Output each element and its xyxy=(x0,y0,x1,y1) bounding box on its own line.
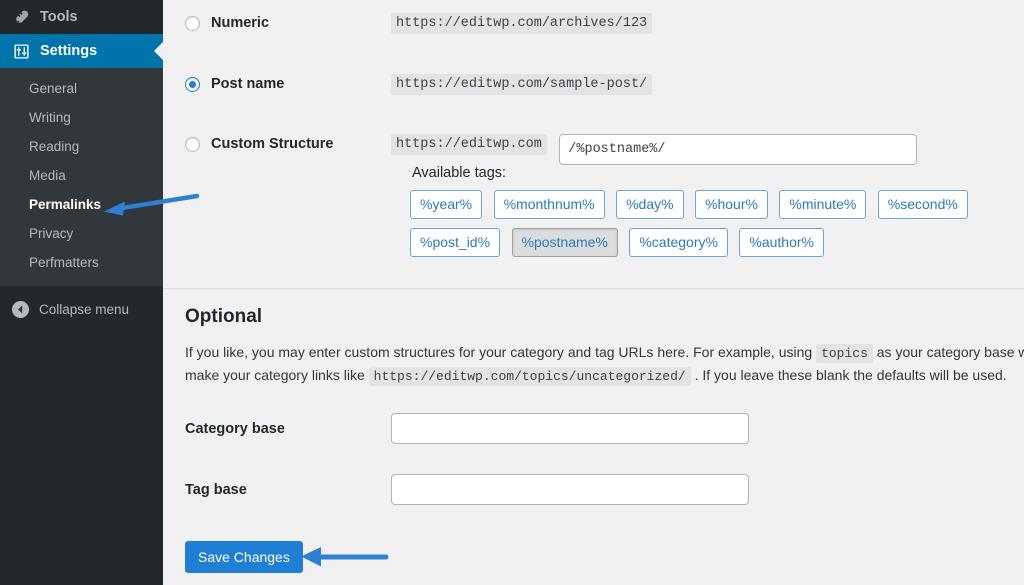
optional-desc-text-1: If you like, you may enter custom struct… xyxy=(185,344,812,360)
sidebar-item-media[interactable]: Media xyxy=(0,161,163,190)
available-tags-list: %year% %monthnum% %day% %hour% %minute% … xyxy=(410,190,1024,266)
permalink-option-custom-structure[interactable]: Custom Structure https://editwp.com xyxy=(163,133,1024,173)
preview-code: https://editwp.com/archives/123 xyxy=(391,13,652,34)
preview-code: https://editwp.com xyxy=(391,134,547,155)
permalink-radio-cell-numeric[interactable]: Numeric xyxy=(163,12,391,34)
sidebar-item-label: Settings xyxy=(40,43,97,59)
sidebar-item-label: Tools xyxy=(40,9,78,25)
admin-sidebar: Tools Settings General xyxy=(0,0,163,585)
tag-button-day[interactable]: %day% xyxy=(616,190,683,219)
tag-button-monthnum[interactable]: %monthnum% xyxy=(494,190,605,219)
permalink-option-label: Numeric xyxy=(211,15,269,31)
tag-button-category[interactable]: %category% xyxy=(629,228,728,257)
tag-button-hour[interactable]: %hour% xyxy=(695,190,768,219)
settings-submenu: General Writing Reading Media Permalinks… xyxy=(0,68,163,286)
optional-section-title: Optional xyxy=(185,306,262,328)
optional-desc-code-url: https://editwp.com/topics/uncategorized/ xyxy=(369,367,691,386)
tag-base-row: Tag base xyxy=(163,474,1024,505)
permalink-option-post-name[interactable]: Post name https://editwp.com/sample-post… xyxy=(163,73,1024,113)
tag-button-post-id[interactable]: %post_id% xyxy=(410,228,500,257)
wrench-icon xyxy=(11,7,31,27)
collapse-menu-label: Collapse menu xyxy=(39,302,129,317)
tag-button-year[interactable]: %year% xyxy=(410,190,482,219)
permalink-settings-content: Numeric https://editwp.com/archives/123 … xyxy=(163,0,1024,585)
sidebar-item-general[interactable]: General xyxy=(0,74,163,103)
optional-section-description: If you like, you may enter custom struct… xyxy=(185,341,1024,387)
save-changes-button[interactable]: Save Changes xyxy=(185,541,303,573)
permalink-option-label: Custom Structure xyxy=(211,136,333,152)
category-base-input[interactable] xyxy=(391,413,749,444)
permalink-radio-cell-post-name[interactable]: Post name xyxy=(163,73,391,95)
radio-numeric[interactable] xyxy=(185,16,200,31)
permalink-preview-custom: https://editwp.com xyxy=(391,133,917,165)
collapse-left-icon xyxy=(10,299,30,319)
permalink-radio-cell-custom[interactable]: Custom Structure xyxy=(163,133,391,155)
tag-button-postname[interactable]: %postname% xyxy=(512,228,618,257)
sidebar-item-settings[interactable]: Settings xyxy=(0,34,163,68)
available-tags-label: Available tags: xyxy=(412,165,506,181)
sidebar-item-perfmatters[interactable]: Perfmatters xyxy=(0,248,163,277)
radio-custom-structure[interactable] xyxy=(185,137,200,152)
permalink-preview-post-name: https://editwp.com/sample-post/ xyxy=(391,73,652,93)
custom-structure-input[interactable] xyxy=(559,134,917,165)
tag-button-second[interactable]: %second% xyxy=(878,190,968,219)
tag-base-label: Tag base xyxy=(163,482,391,498)
sidebar-item-writing[interactable]: Writing xyxy=(0,103,163,132)
sidebar-item-privacy[interactable]: Privacy xyxy=(0,219,163,248)
category-base-row: Category base xyxy=(163,413,1024,444)
permalink-preview-numeric: https://editwp.com/archives/123 xyxy=(391,12,652,32)
radio-post-name[interactable] xyxy=(185,77,200,92)
tag-base-input[interactable] xyxy=(391,474,749,505)
permalink-option-label: Post name xyxy=(211,76,284,92)
sidebar-top-menu: Tools Settings General xyxy=(0,0,163,286)
sidebar-item-tools[interactable]: Tools xyxy=(0,0,163,34)
sidebar-item-permalinks[interactable]: Permalinks xyxy=(0,190,163,219)
sidebar-item-reading[interactable]: Reading xyxy=(0,132,163,161)
settings-sliders-icon xyxy=(11,41,31,61)
permalink-option-numeric[interactable]: Numeric https://editwp.com/archives/123 xyxy=(163,12,1024,52)
optional-desc-text-3: . If you leave these blank the defaults … xyxy=(695,367,1007,383)
tag-button-author[interactable]: %author% xyxy=(739,228,824,257)
optional-desc-code-topics: topics xyxy=(816,344,873,363)
section-divider xyxy=(163,288,1024,289)
tag-button-minute[interactable]: %minute% xyxy=(779,190,866,219)
wordpress-permalinks-settings-screen: Tools Settings General xyxy=(0,0,1024,585)
preview-code: https://editwp.com/sample-post/ xyxy=(391,74,652,95)
collapse-menu-button[interactable]: Collapse menu xyxy=(0,294,163,324)
category-base-label: Category base xyxy=(163,421,391,437)
